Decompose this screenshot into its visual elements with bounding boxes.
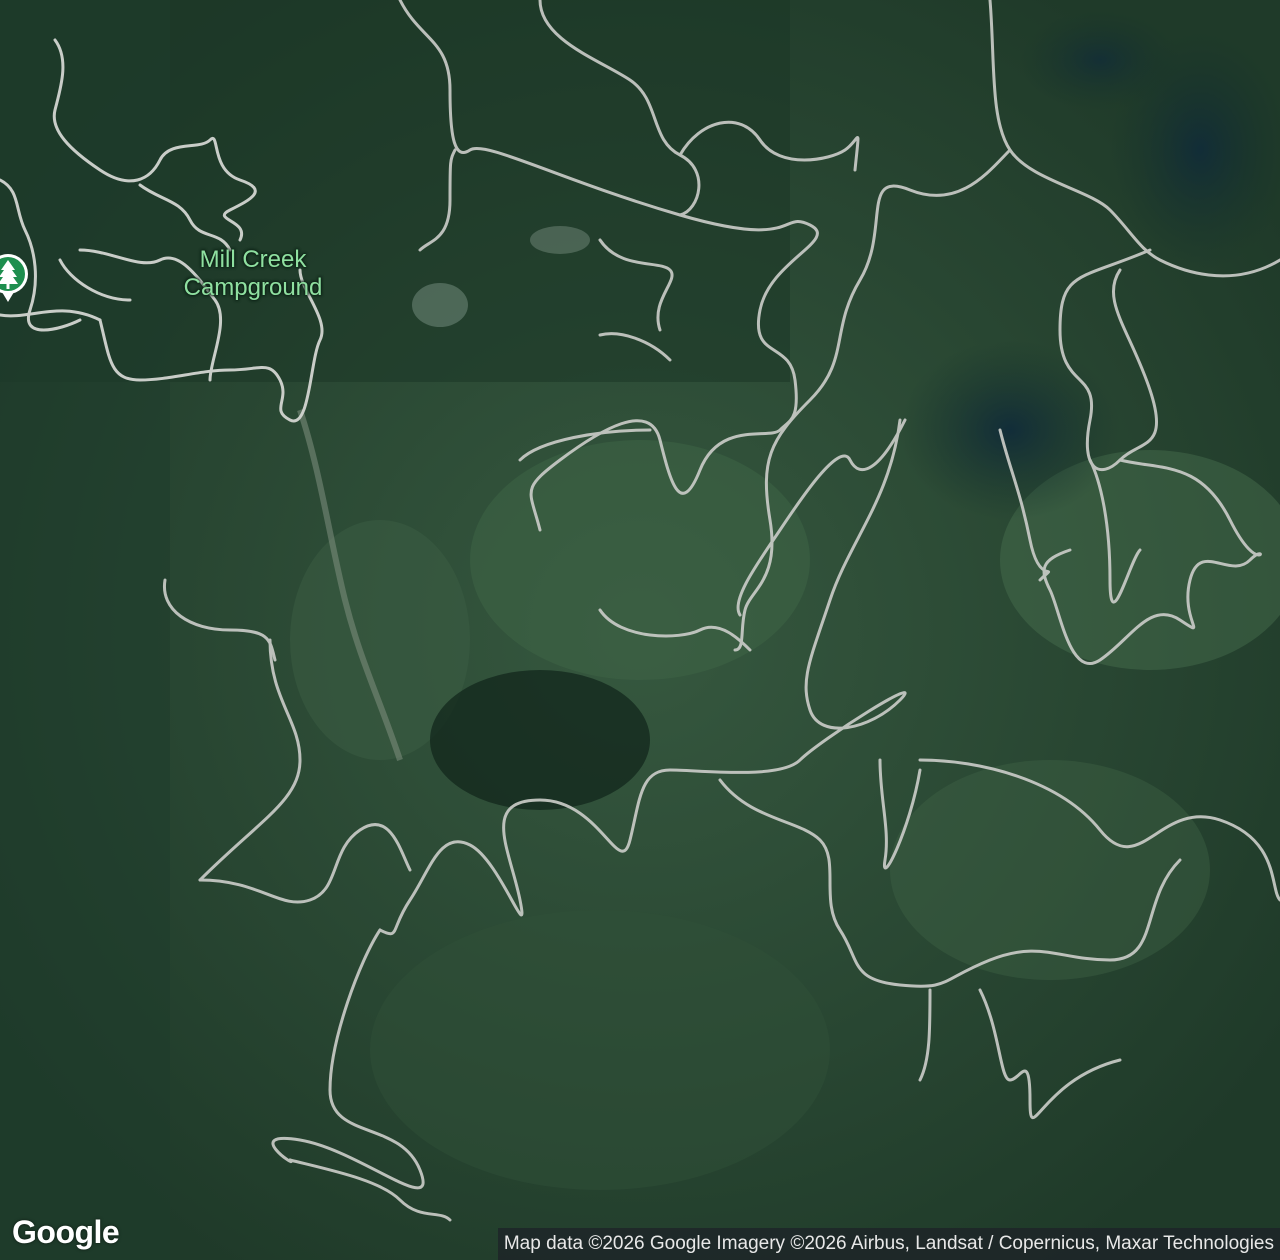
place-label-line1: Mill Creek	[199, 246, 307, 273]
place-label-line2: Campground	[183, 274, 323, 301]
satellite-imagery	[0, 0, 1280, 1260]
campground-tree-icon	[0, 254, 28, 302]
satellite-map[interactable]: Mill Creek Campground Google Map data ©2…	[0, 0, 1280, 1260]
campground-marker[interactable]	[0, 250, 32, 306]
google-logo: Google	[12, 1214, 120, 1250]
map-attribution[interactable]: Map data ©2026 Google Imagery ©2026 Airb…	[497, 1228, 1280, 1260]
place-label-mill-creek-campground[interactable]: Mill Creek Campground	[168, 246, 338, 302]
